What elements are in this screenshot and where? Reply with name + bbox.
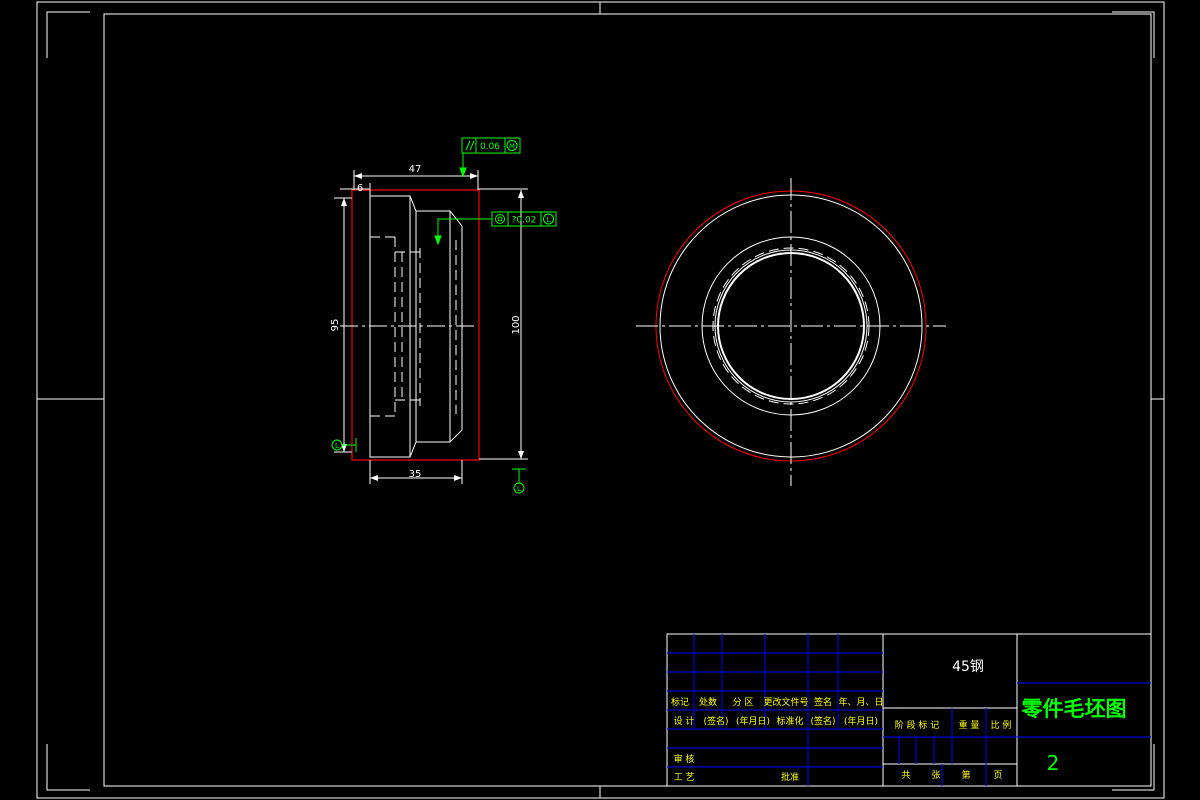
drawing-sheet: 47 6 35 95 100 0.06 M ?0.02 L L L 标记 处数 … [36, 1, 1165, 799]
tb-weight-label: 重 量 [959, 719, 980, 731]
tb-design-date: (年月日) [736, 715, 770, 727]
tb-standard-date: (年月日) [844, 715, 878, 727]
end-view [636, 178, 946, 486]
tb-standard-signature: (签名) [810, 715, 835, 727]
tb-design-signature: (签名) [703, 715, 728, 727]
tb-approve-label: 批准 [781, 771, 799, 783]
tb-scale-label: 比 例 [991, 719, 1012, 731]
parallelism-value: 0.06 [480, 142, 500, 152]
dim-diameter-100: 100 [511, 315, 522, 334]
tb-nth-label: 第 [961, 769, 970, 781]
tb-header-date: 年、月、日 [838, 696, 883, 708]
dim-length-35: 35 [409, 469, 422, 480]
tb-header-change-doc: 更改文件号 [763, 696, 808, 708]
tb-drawing-name: 零件毛坯图 [1021, 697, 1127, 721]
tb-process-label: 工 艺 [674, 772, 695, 783]
tb-header-mark: 标记 [671, 696, 689, 708]
tb-total-label: 共 [901, 770, 910, 781]
dim-diameter-95: 95 [330, 319, 341, 332]
dimension-arrows [341, 173, 524, 481]
datum-bottom-label: L [517, 485, 521, 493]
coaxiality-symbol [495, 214, 505, 224]
title-block: 标记 处数 分 区 更改文件号 签名 年、月、日 设 计 (签名) (年月日) … [666, 633, 1152, 787]
tb-sheets-label: 张 [931, 770, 940, 781]
parallelism-datum-label: M [509, 143, 515, 151]
side-section-view: 47 6 35 95 100 0.06 M ?0.02 L L L [330, 137, 557, 494]
dim-flange: 6 [357, 183, 363, 194]
tb-review-label: 审 核 [674, 753, 695, 765]
coaxiality-frame [434, 211, 557, 246]
tb-sheet-number: 2 [1047, 751, 1060, 775]
dim-overall-length: 47 [409, 164, 422, 175]
tb-header-count: 处数 [699, 696, 717, 708]
parallel-symbol [465, 140, 471, 151]
tb-header-signature: 签名 [814, 696, 832, 708]
datum-left-label: L [335, 442, 339, 450]
coaxiality-value: ?0.02 [512, 216, 537, 226]
tb-standard-label: 标准化 [776, 715, 803, 727]
tb-page-label: 页 [993, 770, 1002, 781]
tb-material: 45钢 [952, 659, 984, 675]
tb-stage-label: 阶 段 标 记 [895, 719, 940, 731]
tb-header-zone: 分 区 [733, 697, 754, 708]
coaxiality-datum-label: L [547, 216, 551, 224]
sheet-frame [36, 1, 1165, 799]
tb-design-label: 设 计 [674, 715, 695, 727]
